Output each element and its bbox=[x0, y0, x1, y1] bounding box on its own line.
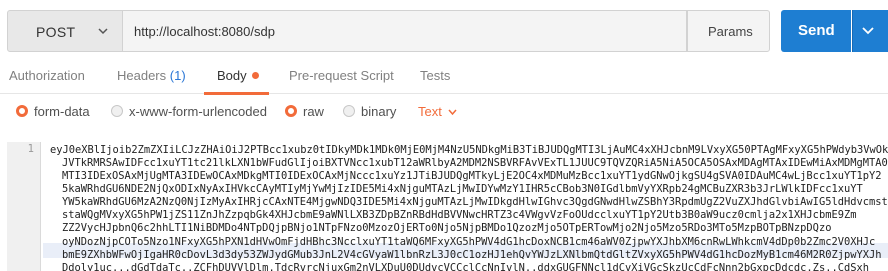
chevron-down-icon bbox=[862, 27, 874, 35]
radio-label-form-data[interactable]: form-data bbox=[34, 104, 90, 119]
tab-body[interactable]: Body bbox=[217, 68, 259, 83]
params-button[interactable]: Params bbox=[687, 10, 770, 52]
radio-raw[interactable] bbox=[285, 105, 297, 117]
method-select[interactable]: POST bbox=[7, 10, 123, 52]
chevron-down-icon bbox=[98, 28, 108, 35]
request-bar: POST http://localhost:8080/sdp Params Se… bbox=[7, 10, 888, 52]
code-line: Ddoly1uc...dGdTdaTc..ZCFhDUVVlDlm.TdcRvr… bbox=[62, 262, 869, 271]
url-input[interactable]: http://localhost:8080/sdp bbox=[123, 10, 687, 52]
code-line: ZZ2VycHJpbnQ6c2hhLTI1NiBDMDo4NTpDQjpBNjo… bbox=[62, 222, 832, 234]
modified-dot-icon bbox=[251, 72, 259, 79]
raw-body-editor[interactable]: 1 eyJ0eXBlIjoib2ZmZXIiLCJzZHAiOiJ2PTBcc1… bbox=[7, 142, 888, 271]
tab-pre-request-script[interactable]: Pre-request Script bbox=[289, 68, 394, 83]
tab-body-label: Body bbox=[217, 68, 247, 83]
tab-tests[interactable]: Tests bbox=[420, 68, 450, 83]
line-number: 1 bbox=[27, 143, 34, 155]
tab-headers-label: Headers bbox=[117, 68, 167, 83]
body-type-options: form-data x-www-form-urlencoded raw bina… bbox=[0, 102, 888, 124]
tab-headers[interactable]: Headers (1) bbox=[117, 68, 186, 83]
headers-count: (1) bbox=[169, 68, 186, 83]
tab-authorization[interactable]: Authorization bbox=[9, 68, 85, 83]
url-text: http://localhost:8080/sdp bbox=[134, 24, 275, 39]
send-button[interactable]: Send bbox=[781, 10, 851, 52]
radio-form-data[interactable] bbox=[16, 105, 28, 117]
code-area[interactable]: eyJ0eXBlIjoib2ZmZXIiLCJzZHAiOiJ2PTBcc1xu… bbox=[50, 142, 888, 271]
send-label: Send bbox=[798, 22, 835, 39]
radio-label-raw[interactable]: raw bbox=[303, 104, 324, 119]
line-number-gutter: 1 bbox=[7, 142, 41, 271]
params-label: Params bbox=[708, 24, 753, 39]
request-tabs: Authorization Headers (1) Body Pre-reque… bbox=[0, 60, 888, 95]
radio-urlencoded[interactable] bbox=[111, 105, 123, 117]
chevron-down-icon bbox=[448, 109, 457, 116]
radio-binary[interactable] bbox=[343, 105, 355, 117]
active-tab-indicator bbox=[204, 92, 269, 95]
radio-label-binary[interactable]: binary bbox=[361, 104, 396, 119]
send-options-button[interactable] bbox=[852, 10, 888, 52]
language-select[interactable]: Text bbox=[418, 104, 442, 119]
radio-label-urlencoded[interactable]: x-www-form-urlencoded bbox=[129, 104, 267, 119]
method-label: POST bbox=[36, 24, 76, 40]
